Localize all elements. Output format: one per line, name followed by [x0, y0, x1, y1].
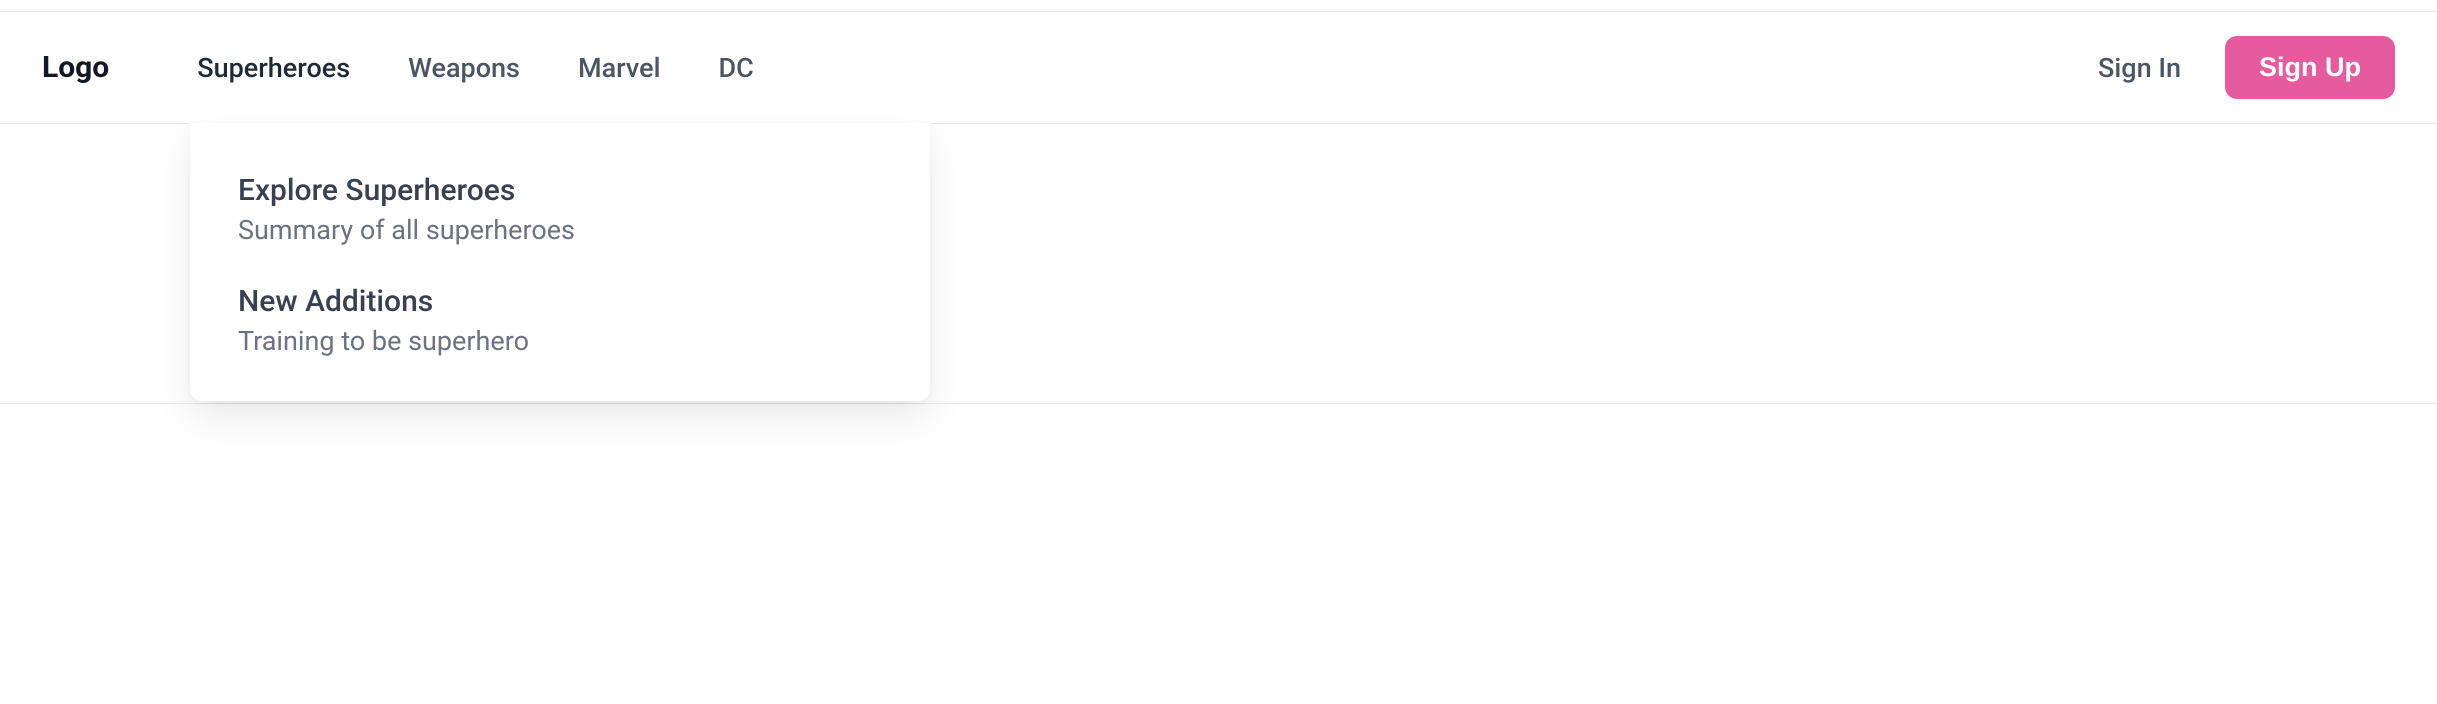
nav-links: Superheroes Weapons Marvel DC: [197, 52, 754, 84]
nav-item-marvel[interactable]: Marvel: [578, 52, 661, 84]
dropdown-item-explore[interactable]: Explore Superheroes Summary of all super…: [238, 173, 882, 246]
auth-section: Sign In Sign Up: [2098, 36, 2395, 99]
dropdown-item-title: Explore Superheroes: [238, 173, 882, 208]
signin-link[interactable]: Sign In: [2098, 52, 2181, 84]
signup-button[interactable]: Sign Up: [2225, 36, 2395, 99]
dropdown-item-title: New Additions: [238, 284, 882, 319]
nav-item-superheroes[interactable]: Superheroes: [197, 52, 350, 84]
nav-item-weapons[interactable]: Weapons: [408, 52, 520, 84]
dropdown-item-description: Training to be superhero: [238, 325, 882, 357]
dropdown-item-new-additions[interactable]: New Additions Training to be superhero: [238, 284, 882, 357]
nav-item-dc[interactable]: DC: [718, 52, 753, 84]
dropdown-item-description: Summary of all superheroes: [238, 214, 882, 246]
main-nav: Logo Superheroes Weapons Marvel DC Sign …: [0, 12, 2437, 124]
top-divider: [0, 0, 2437, 12]
logo[interactable]: Logo: [42, 50, 109, 85]
nav-dropdown: Explore Superheroes Summary of all super…: [190, 123, 930, 401]
